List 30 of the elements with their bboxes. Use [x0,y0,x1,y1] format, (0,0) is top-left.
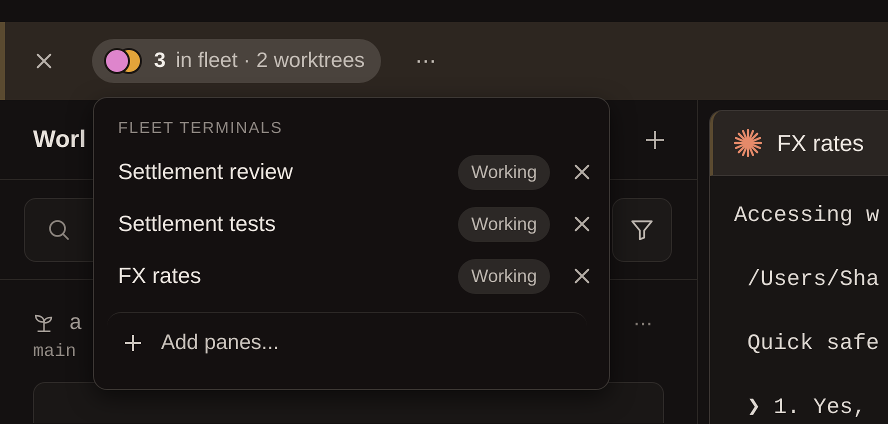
fleet-pill[interactable]: 3 in fleet · 2 worktrees [92,39,381,83]
branch-name: main [33,342,76,362]
add-panes-button[interactable]: Add panes... [107,312,587,372]
close-icon[interactable] [572,162,592,182]
menu-heading: FLEET TERMINALS [118,120,284,138]
filter-button[interactable] [612,198,672,262]
more-button[interactable]: ··· [414,47,436,75]
terminal-line: ❯ 1. Yes, [746,394,866,422]
plus-icon [123,332,143,352]
fleet-label: in fleet · 2 worktrees [176,49,365,73]
terminal-line: Quick safe [746,330,880,358]
fleet-count: 3 [154,49,166,73]
terminal-name[interactable]: FX rates [118,263,458,289]
add-icon[interactable] [645,130,665,150]
close-icon[interactable] [572,214,592,234]
terminal-line: /Users/Sha [746,266,880,294]
status-badge: Working [458,206,550,242]
more-button[interactable]: ··· [633,310,652,336]
terminal-name[interactable]: Settlement review [118,159,458,185]
status-badge: Working [458,258,550,294]
terminal-line: Accessing w [734,202,880,230]
terminal-name[interactable]: Settlement tests [118,211,458,237]
worktree-name[interactable]: a [69,310,82,336]
asterisk-icon [733,128,763,158]
sprout-icon [33,312,55,334]
status-badge: Working [458,154,550,190]
sidebar-title: Worl [33,126,86,154]
search-icon [47,218,71,242]
terminal-tab[interactable]: FX rates [710,111,888,176]
close-icon[interactable] [572,266,592,286]
